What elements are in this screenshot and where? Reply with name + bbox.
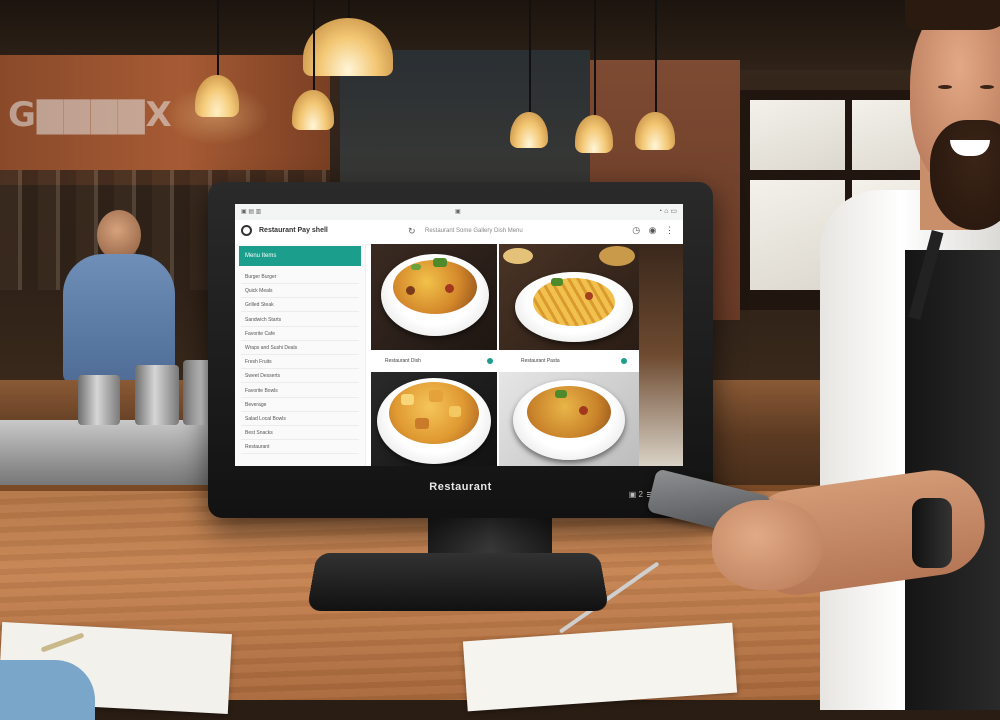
dish-tile-edge	[639, 244, 683, 466]
status-dot-icon	[621, 358, 627, 364]
sidebar-divider	[241, 382, 359, 384]
steel-container	[78, 375, 120, 425]
sidebar-divider	[241, 297, 359, 299]
app-subtitle: Restaurant Some Gallery Dish Menu	[425, 228, 523, 234]
dish-tile[interactable]	[499, 244, 639, 350]
dish-tile[interactable]	[371, 244, 497, 350]
touchscreen[interactable]: ▣ ▤ ▥ ▣ ◔ ⌂ ▭ Restaurant Pay shell ↻ Res…	[235, 204, 683, 466]
wristwatch	[912, 498, 952, 568]
customer-sleeve	[0, 660, 95, 720]
app-title: Restaurant Pay shell	[259, 227, 328, 234]
sidebar-divider	[241, 339, 359, 341]
pendant-lamp	[292, 0, 334, 130]
waiter-hand	[712, 500, 822, 590]
status-right-icons: ◔ ⌂ ▭	[658, 208, 677, 215]
wall-sign-logo: G▇▇▇▇X	[8, 95, 173, 135]
dish-food	[393, 260, 477, 314]
sidebar-item[interactable]: Sandwich Starts	[245, 317, 281, 323]
status-center-icon: ▣	[455, 209, 461, 215]
sidebar-item[interactable]: Salad Local Bowls	[245, 416, 286, 422]
sidebar-divider	[241, 325, 359, 327]
sidebar-item[interactable]: Burger Burger	[245, 274, 276, 280]
dish-caption: Restaurant Dish	[385, 358, 421, 364]
status-bar: ▣ ▤ ▥ ▣ ◔ ⌂ ▭	[235, 204, 683, 220]
sidebar-item-active[interactable]: Menu Items	[239, 246, 361, 266]
background-person	[55, 210, 175, 384]
monitor-base	[306, 552, 610, 612]
sidebar-item[interactable]: Favorite Cafe	[245, 331, 275, 337]
monitor-controls: ▣ 2	[628, 490, 643, 499]
category-sidebar: Menu Items Burger Burger Quick Meals Grill…	[235, 244, 366, 466]
sidebar-divider	[241, 439, 359, 441]
sidebar-divider	[241, 425, 359, 426]
sidebar-item[interactable]: Favorite Bowls	[245, 388, 278, 394]
sidebar-item[interactable]: Restaurant	[245, 444, 269, 450]
caption-row: Restaurant Dish Restaurant Pasta	[371, 350, 639, 372]
sidebar-divider	[241, 453, 359, 455]
sidebar-divider	[241, 396, 359, 398]
dish-food	[533, 278, 615, 326]
sidebar-divider	[241, 283, 359, 284]
sidebar-divider	[241, 368, 359, 370]
app-logo-icon	[241, 225, 252, 236]
steel-container	[135, 365, 179, 425]
pendant-lamp	[575, 0, 613, 153]
sidebar-item[interactable]: Grilled Steak	[245, 302, 274, 308]
pendant-lamp	[635, 0, 675, 150]
sidebar-item[interactable]: Sweet Desserts	[245, 373, 280, 379]
pos-terminal: ▣ ▤ ▥ ▣ ◔ ⌂ ▭ Restaurant Pay shell ↻ Res…	[208, 182, 713, 518]
dish-food	[527, 386, 611, 438]
sidebar-divider	[241, 354, 359, 355]
app-header: Restaurant Pay shell ↻ Restaurant Some G…	[235, 220, 683, 245]
sidebar-item[interactable]: Best Snacks	[245, 430, 273, 436]
pendant-lamp	[303, 0, 393, 76]
sidebar-item[interactable]: Quick Meals	[245, 288, 273, 294]
pendant-lamp	[165, 0, 269, 145]
status-dot-icon	[487, 358, 493, 364]
sidebar-divider	[241, 410, 359, 412]
dish-tile[interactable]	[499, 372, 639, 466]
sidebar-divider	[241, 311, 359, 313]
waiter	[820, 0, 1000, 710]
dish-tile[interactable]	[371, 372, 497, 466]
sidebar-item[interactable]: Beverage	[245, 402, 266, 408]
sidebar-item[interactable]: Fresh Fruits	[245, 359, 272, 365]
sidebar-item[interactable]: Wraps and Sushi Deals	[245, 345, 297, 351]
header-action-icons[interactable]: ◷ ◉ ⋮	[632, 225, 677, 236]
status-left-icons: ▣ ▤ ▥	[241, 209, 262, 215]
pendant-lamp	[510, 0, 548, 148]
refresh-icon[interactable]: ↻	[408, 226, 416, 237]
dish-caption: Restaurant Pasta	[521, 358, 560, 364]
